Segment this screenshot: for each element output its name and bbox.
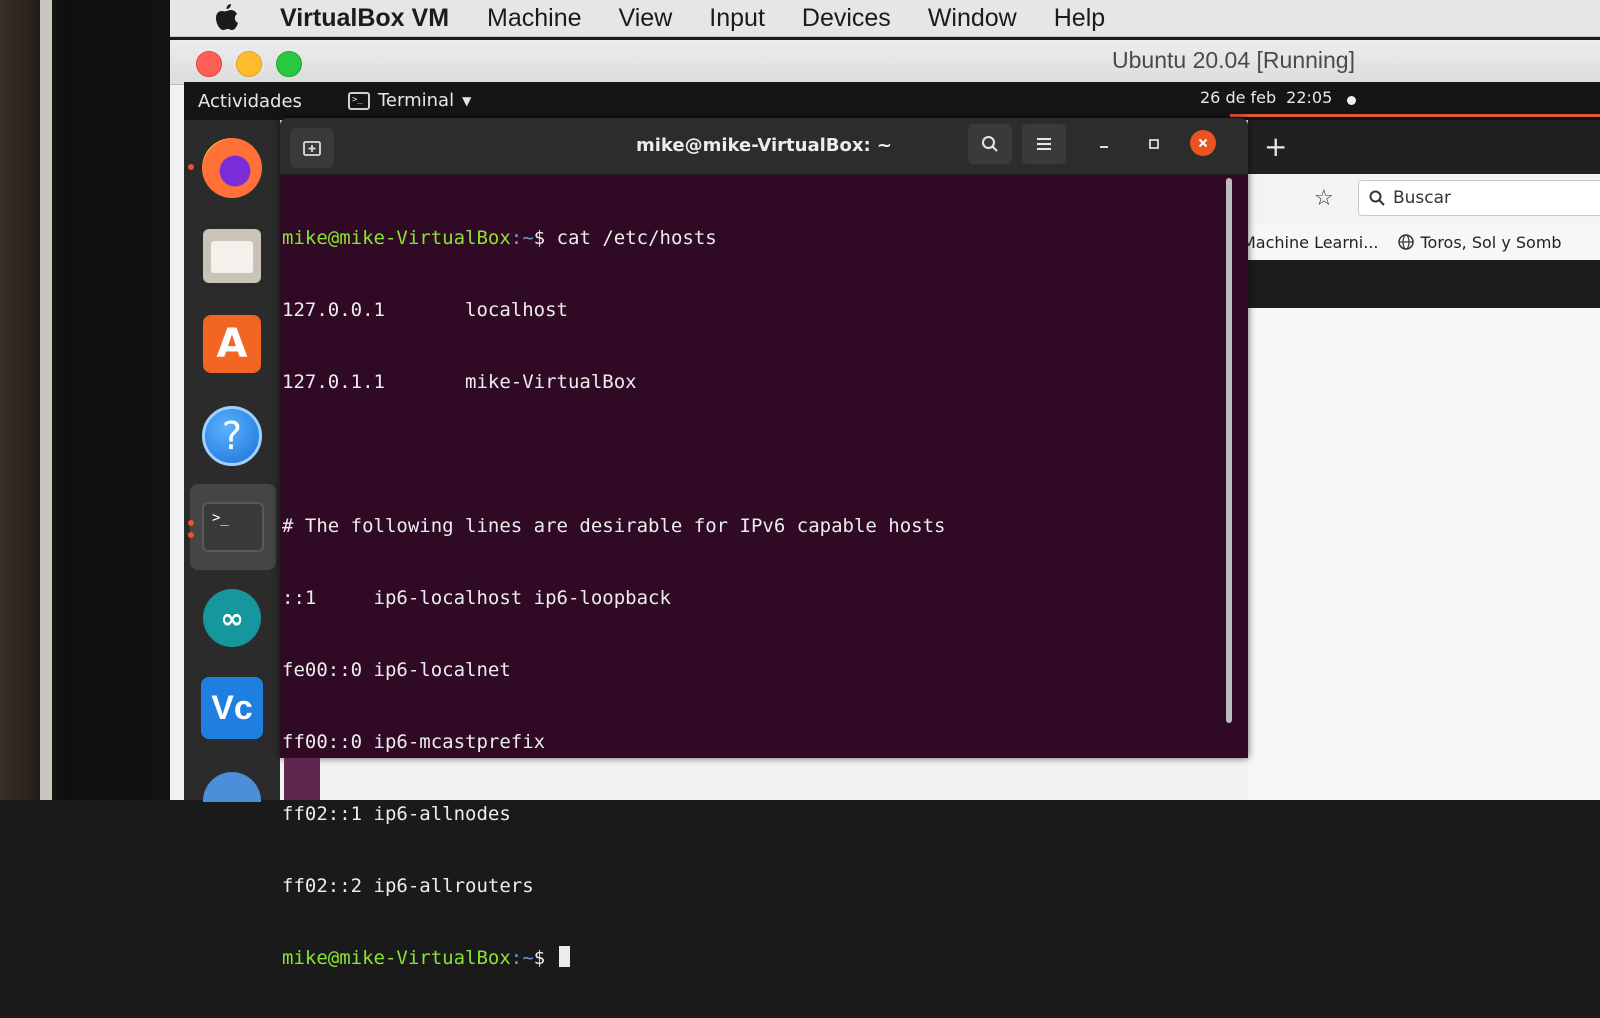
menu-help[interactable]: Help (1054, 4, 1105, 33)
terminal-minimize-button[interactable] (1090, 130, 1118, 158)
prompt-line: mike@mike-VirtualBox:~$ (282, 946, 1222, 970)
search-input[interactable]: Buscar (1358, 180, 1600, 216)
terminal-icon: >_ (202, 502, 264, 552)
firefox-navbar: ☆ Buscar (1248, 174, 1600, 225)
monitor-bezel (0, 0, 170, 800)
terminal-small-icon: >_ (348, 91, 370, 110)
running-indicator (188, 520, 194, 526)
clock[interactable]: 26 de feb 22:05 (1200, 88, 1332, 107)
vbox-window-title: Ubuntu 20.04 [Running] (1112, 47, 1355, 73)
firefox-page (1248, 308, 1600, 800)
bookmark-item[interactable]: Toros, Sol y Somb (1398, 232, 1562, 252)
prompt-symbol: $ (533, 947, 546, 969)
terminal-close-button[interactable] (1190, 130, 1216, 156)
help-icon: ? (202, 406, 262, 466)
prompt-path: :~ (510, 227, 534, 249)
ubuntu-dock: A ? >_ ∞ Vc (184, 120, 280, 802)
dock-terminal[interactable]: >_ (190, 484, 276, 570)
app-menu-terminal[interactable]: >_ Terminal ▼ (348, 90, 471, 111)
firefox-tabbar: + (1248, 120, 1600, 174)
output-line: 127.0.1.1 mike-VirtualBox (282, 371, 637, 393)
monitor-edge (40, 0, 52, 800)
arduino-icon: ∞ (203, 589, 261, 647)
firefox-window: + ☆ Buscar Machine Learni... Toros, Sol … (1248, 120, 1600, 800)
command-line: mike@mike-VirtualBox:~$ cat /etc/hosts (282, 226, 1222, 250)
dock-more[interactable] (200, 750, 264, 814)
output-line: # The following lines are desirable for … (282, 515, 946, 537)
search-icon (982, 136, 998, 152)
activities-button[interactable]: Actividades (198, 91, 302, 112)
prompt-symbol: $ (533, 227, 546, 249)
dock-software[interactable]: A (200, 312, 264, 376)
prompt-user: mike@mike-VirtualBox (282, 947, 511, 969)
output-line: 127.0.0.1 localhost (282, 299, 568, 321)
terminal-maximize-button[interactable] (1140, 130, 1168, 158)
bookmark-star-icon[interactable]: ☆ (1314, 186, 1334, 211)
menu-app-name[interactable]: VirtualBox VM (280, 4, 449, 33)
command-text: cat /etc/hosts (545, 227, 717, 249)
menu-view[interactable]: View (619, 4, 673, 33)
new-tab-button[interactable]: + (1264, 130, 1287, 163)
mac-menubar: VirtualBox VM Machine View Input Devices… (170, 0, 1600, 37)
terminal-headerbar: mike@mike-VirtualBox: ~ (280, 118, 1248, 175)
dock-firefox[interactable] (200, 136, 264, 200)
caret-down-icon: ▼ (462, 93, 472, 108)
dock-files[interactable] (200, 224, 264, 288)
close-window-button[interactable] (196, 51, 222, 77)
search-icon (1369, 190, 1385, 206)
bookmarks-toolbar: Machine Learni... Toros, Sol y Somb (1248, 224, 1600, 261)
minimize-icon (1100, 146, 1108, 148)
menu-machine[interactable]: Machine (487, 4, 582, 33)
apple-icon[interactable] (212, 3, 240, 33)
running-indicator (188, 164, 194, 170)
dock-arduino[interactable]: ∞ (200, 586, 264, 650)
firefox-icon (202, 138, 262, 198)
output-line: ff02::2 ip6-allrouters (282, 875, 534, 897)
dock-help[interactable]: ? (200, 404, 264, 468)
firefox-page-header (1248, 260, 1600, 308)
vnc-icon: Vc (201, 677, 263, 739)
app-menu-label: Terminal (378, 90, 455, 111)
maximize-icon (1149, 139, 1159, 149)
terminal-scrollbar[interactable] (1226, 178, 1232, 723)
running-indicator (188, 532, 194, 538)
close-icon (1198, 138, 1208, 148)
minimize-window-button[interactable] (236, 51, 262, 77)
prompt-path: :~ (510, 947, 534, 969)
clock-date: 26 de feb (1200, 88, 1277, 107)
output-line: ff02::1 ip6-allnodes (282, 803, 511, 825)
app-icon (203, 772, 261, 802)
terminal-window[interactable]: mike@mike-VirtualBox: ~ mike@mike-Virtua… (280, 118, 1248, 969)
prompt-user: mike@mike-VirtualBox (282, 227, 511, 249)
zoom-window-button[interactable] (276, 51, 302, 77)
notification-dot-icon (1347, 96, 1356, 105)
accent-line (1230, 114, 1600, 117)
desktop-background (284, 758, 320, 800)
terminal-menu-button[interactable] (1022, 124, 1066, 164)
bookmark-label: Toros, Sol y Somb (1420, 232, 1562, 252)
output-line: ff00::0 ip6-mcastprefix (282, 731, 546, 753)
clock-time: 22:05 (1286, 88, 1333, 107)
menu-input[interactable]: Input (709, 4, 765, 33)
output-line: ::1 ip6-localhost ip6-loopback (282, 587, 671, 609)
text-cursor (558, 946, 570, 967)
terminal-search-button[interactable] (968, 124, 1012, 164)
hamburger-menu-icon (1037, 138, 1051, 150)
bookmark-item[interactable]: Machine Learni... (1248, 233, 1378, 252)
menu-devices[interactable]: Devices (802, 4, 891, 33)
terminal-output[interactable]: mike@mike-VirtualBox:~$ cat /etc/hosts 1… (282, 178, 1222, 969)
files-icon (203, 229, 261, 283)
globe-icon (1398, 234, 1415, 250)
search-placeholder: Buscar (1393, 188, 1452, 208)
vbox-titlebar: Ubuntu 20.04 [Running] (170, 40, 1600, 85)
menu-window[interactable]: Window (928, 4, 1017, 33)
software-icon: A (203, 315, 261, 373)
dock-vnc[interactable]: Vc (200, 676, 264, 740)
output-line: fe00::0 ip6-localnet (282, 659, 511, 681)
